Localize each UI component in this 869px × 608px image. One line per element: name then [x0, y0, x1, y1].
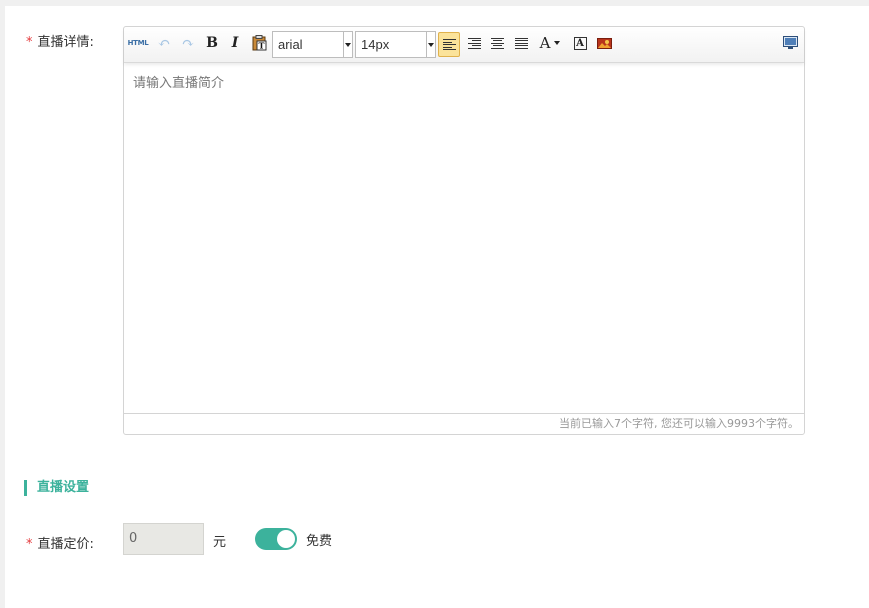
font-color-button[interactable]: A — [536, 33, 564, 53]
detail-label-row: * 直播详情: — [26, 31, 94, 50]
insert-image-button[interactable] — [594, 33, 614, 53]
paste-text-button[interactable]: T — [249, 33, 269, 53]
align-left-button[interactable] — [438, 32, 460, 57]
font-size-select[interactable]: 14px — [355, 31, 436, 58]
font-family-select[interactable]: arial — [272, 31, 353, 58]
italic-button[interactable]: I — [225, 33, 245, 53]
editor-toolbar: HTML ↶ ↷ B I T arial 14px A A — [124, 27, 804, 63]
free-toggle[interactable] — [255, 528, 297, 550]
fullscreen-button[interactable] — [780, 33, 800, 53]
font-color-icon: A — [539, 34, 551, 52]
html-source-button[interactable]: HTML — [128, 33, 149, 53]
chevron-down-icon — [426, 32, 435, 57]
free-label: 免费 — [306, 534, 333, 549]
chevron-down-icon — [554, 41, 561, 45]
image-icon — [596, 37, 612, 49]
undo-icon: ↶ — [157, 34, 171, 52]
clipboard-icon: T — [252, 35, 266, 51]
editor-placeholder: 请输入直播简介 — [133, 76, 225, 91]
redo-icon: ↷ — [181, 34, 195, 52]
monitor-icon — [782, 36, 798, 49]
background-color-icon: A — [573, 36, 587, 50]
section-title-live-settings: 直播设置 — [24, 480, 89, 496]
price-label: 直播定价: — [37, 537, 94, 552]
form-panel: * 直播详情: HTML ↶ ↷ B I T arial 14px A A 请输… — [5, 6, 869, 608]
price-unit: 元 — [213, 535, 227, 550]
price-input[interactable]: 0 — [123, 523, 204, 555]
chevron-down-icon — [343, 32, 352, 57]
align-justify-button[interactable] — [511, 33, 531, 53]
align-center-button[interactable] — [487, 33, 507, 53]
undo-button[interactable]: ↶ — [154, 33, 174, 53]
svg-text:T: T — [258, 41, 264, 51]
required-asterisk: * — [26, 35, 33, 50]
align-right-icon — [467, 37, 481, 49]
bold-button[interactable]: B — [202, 33, 222, 53]
background-color-button[interactable]: A — [570, 33, 590, 53]
align-center-icon — [490, 37, 504, 49]
char-count-bar: 当前已输入7个字符, 您还可以输入9993个字符。 — [124, 413, 804, 434]
char-count-text: 当前已输入7个字符, 您还可以输入9993个字符。 — [559, 417, 799, 430]
editor-content-area[interactable]: 请输入直播简介 — [124, 64, 804, 414]
required-asterisk: * — [26, 537, 33, 552]
detail-label: 直播详情: — [37, 35, 94, 50]
align-right-button[interactable] — [464, 33, 484, 53]
toggle-knob — [277, 530, 295, 548]
redo-button[interactable]: ↷ — [178, 33, 198, 53]
align-left-icon — [442, 39, 456, 50]
align-justify-icon — [514, 37, 528, 49]
rich-text-editor: HTML ↶ ↷ B I T arial 14px A A 请输入直播简介 当前… — [123, 26, 805, 435]
price-label-row: * 直播定价: — [26, 533, 94, 552]
